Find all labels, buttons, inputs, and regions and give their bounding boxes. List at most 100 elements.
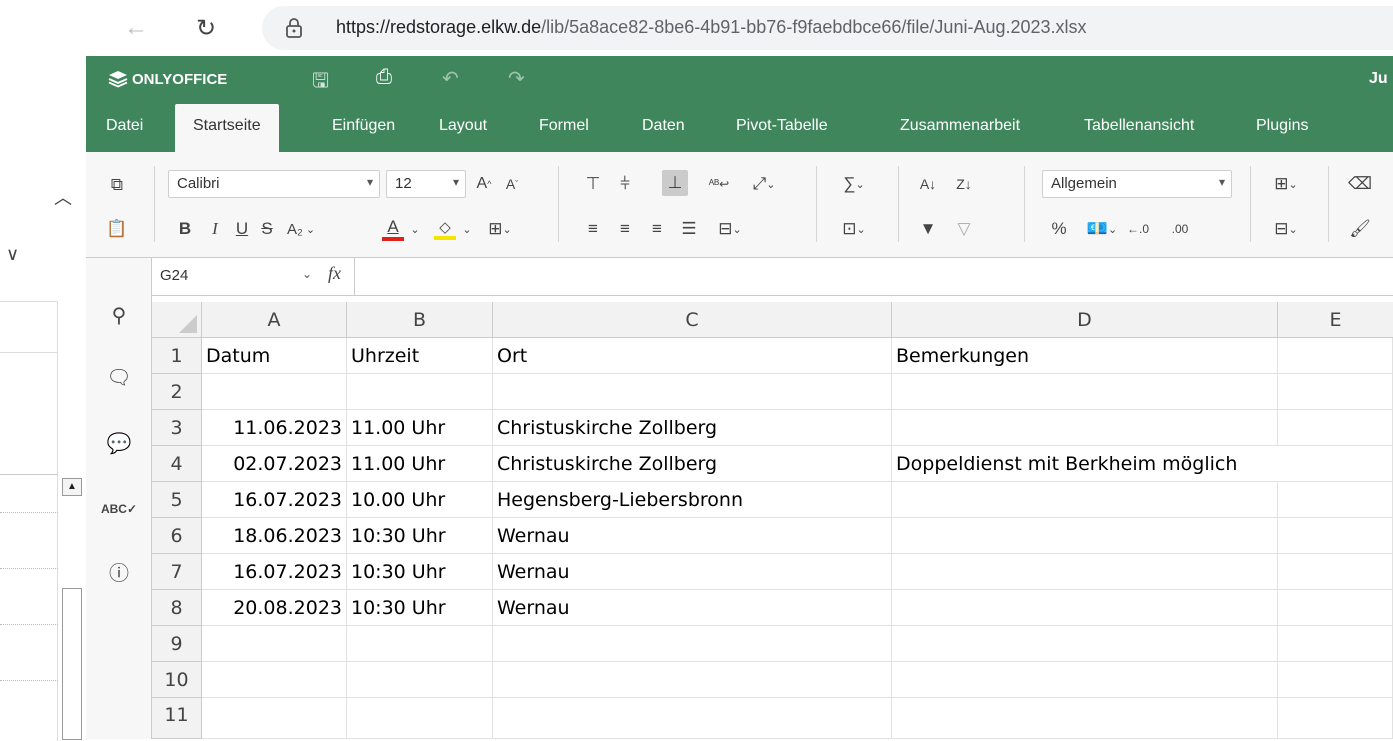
cell-b6[interactable]: 10:30 Uhr: [347, 518, 493, 554]
cell-d1[interactable]: Bemerkungen: [892, 338, 1278, 374]
insert-cells-icon[interactable]: ⊞ ⌄: [1266, 172, 1306, 196]
cell-d4[interactable]: Doppeldienst mit Berkheim möglich: [892, 446, 1278, 482]
tab-layout[interactable]: Layout: [439, 104, 487, 152]
cell-b5[interactable]: 10.00 Uhr: [347, 482, 493, 518]
cell-c7[interactable]: Wernau: [493, 554, 892, 590]
cell-a2[interactable]: [202, 374, 347, 410]
filter-icon[interactable]: ▼: [916, 216, 940, 242]
column-header-a[interactable]: A: [202, 302, 347, 338]
back-arrow-icon[interactable]: ←: [116, 8, 156, 48]
increase-decimal-icon[interactable]: .00: [1166, 216, 1194, 242]
cell-b2[interactable]: [347, 374, 493, 410]
redo-icon[interactable]: ↷: [508, 66, 525, 91]
cell-c4[interactable]: Christuskirche Zollberg: [493, 446, 892, 482]
font-color-button[interactable]: A: [380, 216, 406, 242]
cell-a10[interactable]: [202, 662, 347, 698]
chevron-down-icon[interactable]: ∨: [6, 244, 19, 265]
row-header[interactable]: 1: [152, 338, 202, 374]
clear-filter-icon[interactable]: ▽: [952, 216, 976, 242]
column-header-c[interactable]: C: [493, 302, 892, 338]
cell-name-box[interactable]: G24: [160, 267, 188, 284]
cell-d5[interactable]: [892, 482, 1278, 518]
cell-a4[interactable]: 02.07.2023: [202, 446, 347, 482]
lock-icon[interactable]: [284, 16, 304, 40]
subscript-button[interactable]: A₂ ⌄: [282, 216, 320, 242]
align-middle-icon[interactable]: ⫩: [614, 172, 636, 196]
chevron-up-icon[interactable]: ︿: [54, 184, 72, 210]
align-bottom-icon[interactable]: ⊥: [662, 170, 688, 196]
row-header[interactable]: 11: [152, 698, 202, 739]
tab-daten[interactable]: Daten: [642, 104, 685, 152]
tab-datei[interactable]: Datei: [106, 104, 143, 152]
column-header-b[interactable]: B: [347, 302, 493, 338]
comments-icon[interactable]: 🗨: [104, 362, 134, 392]
cell-a8[interactable]: 20.08.2023: [202, 590, 347, 626]
chevron-down-icon[interactable]: ⌄: [302, 267, 312, 281]
align-justify-icon[interactable]: ☰: [678, 216, 700, 242]
cell-d11[interactable]: [892, 698, 1278, 739]
decrease-decimal-icon[interactable]: ←.0: [1124, 216, 1152, 242]
italic-button[interactable]: I: [204, 216, 226, 242]
scroll-up-button[interactable]: ▲: [62, 478, 82, 496]
strikethrough-button[interactable]: S: [256, 216, 278, 242]
info-icon[interactable]: ⓘ: [104, 556, 134, 586]
spellcheck-icon[interactable]: ABC✓: [101, 494, 137, 524]
cell-e2[interactable]: [1278, 374, 1393, 410]
cell-d8[interactable]: [892, 590, 1278, 626]
align-right-icon[interactable]: ≡: [646, 216, 668, 242]
cell-b10[interactable]: [347, 662, 493, 698]
tab-formel[interactable]: Formel: [539, 104, 589, 152]
cell-d6[interactable]: [892, 518, 1278, 554]
cell-e11[interactable]: [1278, 698, 1393, 739]
url-text[interactable]: https://redstorage.elkw.de/lib/5a8ace82-…: [336, 17, 1087, 38]
row-header[interactable]: 2: [152, 374, 202, 410]
increase-font-icon[interactable]: A ^: [472, 172, 496, 196]
tab-plugins[interactable]: Plugins: [1256, 104, 1308, 152]
sum-icon[interactable]: ∑ ⌄: [834, 172, 874, 196]
font-name-select[interactable]: Calibri ▾: [168, 170, 380, 198]
reload-icon[interactable]: ↻: [186, 8, 226, 48]
wrap-text-icon[interactable]: ᴬᴮ↩: [704, 172, 734, 196]
cell-c10[interactable]: [493, 662, 892, 698]
cell-b3[interactable]: 11.00 Uhr: [347, 410, 493, 446]
address-bar[interactable]: https://redstorage.elkw.de/lib/5a8ace82-…: [262, 6, 1393, 50]
cell-c11[interactable]: [493, 698, 892, 739]
row-header[interactable]: 8: [152, 590, 202, 626]
decrease-font-icon[interactable]: Aˇ: [500, 172, 524, 196]
cell-c8[interactable]: Wernau: [493, 590, 892, 626]
row-header[interactable]: 4: [152, 446, 202, 482]
scrollbar-thumb[interactable]: [62, 588, 82, 740]
tab-einfuegen[interactable]: Einfügen: [332, 104, 395, 152]
fill-color-button[interactable]: ◇: [432, 216, 458, 242]
function-icon[interactable]: fx: [328, 263, 341, 284]
column-header-e[interactable]: E: [1278, 302, 1393, 338]
cell-c2[interactable]: [493, 374, 892, 410]
cell-d9[interactable]: [892, 626, 1278, 662]
row-header[interactable]: 7: [152, 554, 202, 590]
cell-a11[interactable]: [202, 698, 347, 739]
cell-c6[interactable]: Wernau: [493, 518, 892, 554]
cell-d10[interactable]: [892, 662, 1278, 698]
cell-c3[interactable]: Christuskirche Zollberg: [493, 410, 892, 446]
tab-tabellenansicht[interactable]: Tabellenansicht: [1084, 104, 1194, 152]
cell-b1[interactable]: Uhrzeit: [347, 338, 493, 374]
cell-e7[interactable]: [1278, 554, 1393, 590]
cell-a5[interactable]: 16.07.2023: [202, 482, 347, 518]
align-center-icon[interactable]: ≡: [614, 216, 636, 242]
text-orientation-icon[interactable]: ⤢ ⌄: [744, 172, 784, 196]
currency-icon[interactable]: 💶 ⌄: [1082, 216, 1122, 242]
cell-b8[interactable]: 10:30 Uhr: [347, 590, 493, 626]
number-format-select[interactable]: Allgemein ▾: [1042, 170, 1232, 198]
align-left-icon[interactable]: ≡: [582, 216, 604, 242]
cell-d7[interactable]: [892, 554, 1278, 590]
row-header[interactable]: 3: [152, 410, 202, 446]
cell-c9[interactable]: [493, 626, 892, 662]
save-icon[interactable]: 🖫: [312, 66, 329, 100]
font-size-select[interactable]: 12 ▾: [386, 170, 466, 198]
format-painter-icon[interactable]: 🖌: [1348, 216, 1372, 242]
cell-b7[interactable]: 10:30 Uhr: [347, 554, 493, 590]
cell-a7[interactable]: 16.07.2023: [202, 554, 347, 590]
cell-e9[interactable]: [1278, 626, 1393, 662]
underline-button[interactable]: U: [231, 216, 253, 242]
cell-c5[interactable]: Hegensberg-Liebersbronn: [493, 482, 892, 518]
